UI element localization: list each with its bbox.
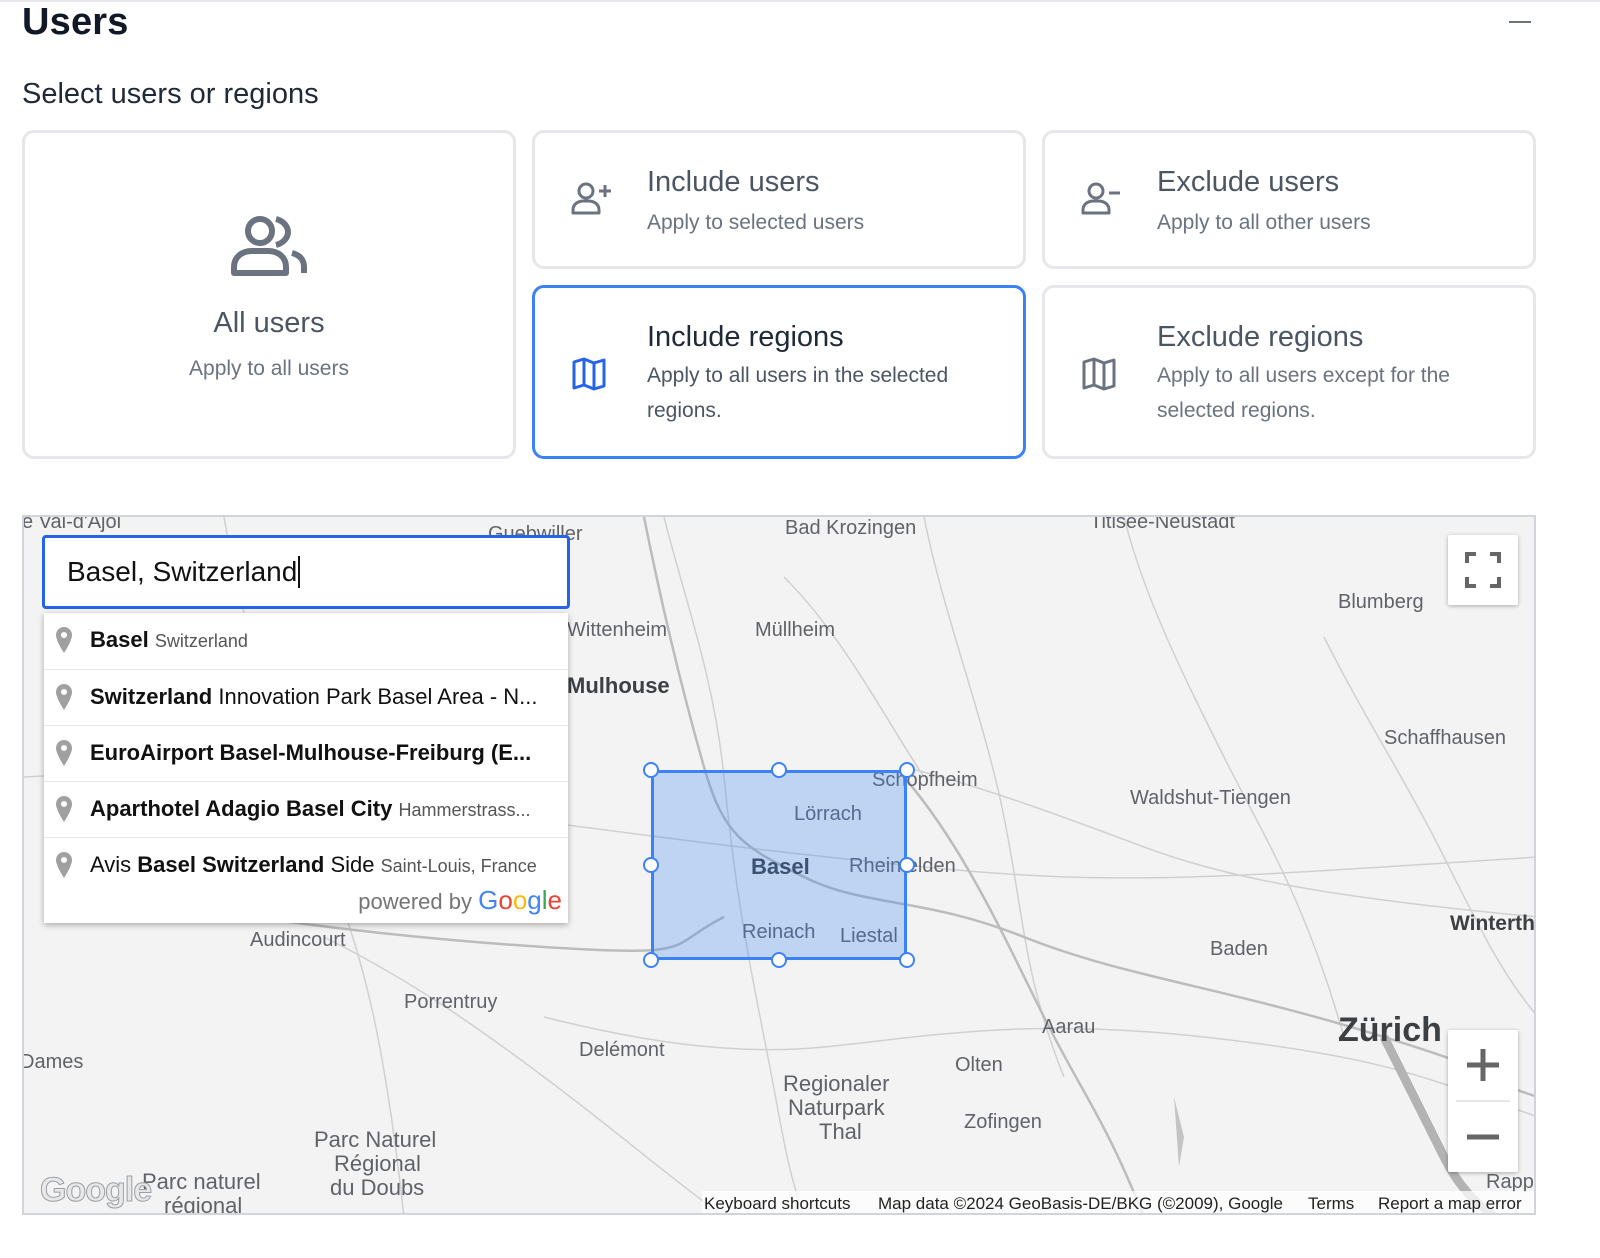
map-place-label: Wittenheim: [567, 619, 668, 641]
map-attribution-bar: Keyboard shortcuts Map data ©2024 GeoBas…: [702, 1191, 1534, 1213]
include-regions-description: Apply to all users in the selected regio…: [647, 364, 949, 422]
exclude-users-card[interactable]: Exclude users Apply to all other users: [1042, 130, 1536, 269]
resize-handle[interactable]: [643, 952, 659, 968]
map-place-label: Blumberg: [1338, 591, 1424, 613]
powered-by-google: powered by Google: [358, 885, 562, 915]
map-place-label: Winterth: [1450, 912, 1535, 935]
map-place-label: Parc naturel: [142, 1169, 261, 1194]
resize-handle[interactable]: [643, 857, 659, 873]
terms-link[interactable]: Terms: [1308, 1194, 1354, 1213]
map-place-label: Schaffhausen: [1384, 727, 1506, 749]
include-users-description: Apply to selected users: [647, 211, 865, 234]
location-pin-icon: [56, 627, 72, 659]
map-place-label: Zofingen: [964, 1111, 1042, 1133]
user-plus-icon: [571, 181, 613, 222]
minus-icon: [1467, 1134, 1499, 1140]
map-place-label: Zürich: [1338, 1011, 1442, 1049]
report-map-error-link[interactable]: Report a map error: [1378, 1194, 1522, 1213]
user-minus-icon: [1081, 181, 1123, 222]
google-wordmark: Google: [478, 885, 562, 915]
location-pin-icon: [56, 684, 72, 716]
top-divider: [0, 0, 1600, 2]
map-place-label: régional: [164, 1193, 243, 1215]
map-icon: [571, 356, 607, 397]
resize-handle[interactable]: [771, 952, 787, 968]
exclude-users-description: Apply to all other users: [1157, 211, 1371, 234]
region-selection-rectangle[interactable]: [651, 770, 907, 960]
autocomplete-dropdown: Basel Switzerland Switzerland Innovation…: [44, 613, 568, 923]
map-place-label: Porrentruy: [404, 991, 498, 1013]
resize-handle[interactable]: [771, 762, 787, 778]
region-map[interactable]: e Val-d'Ajol Guebwiller Bad Krozingen Ti…: [22, 515, 1536, 1215]
resize-handle[interactable]: [899, 762, 915, 778]
all-users-title: All users: [213, 307, 325, 339]
plus-icon: [1467, 1049, 1499, 1081]
all-users-card[interactable]: All users Apply to all users: [22, 130, 516, 459]
exclude-users-title: Exclude users: [1157, 166, 1340, 198]
zoom-out-button[interactable]: [1448, 1102, 1518, 1172]
autocomplete-suggestion[interactable]: Basel Switzerland: [44, 613, 568, 669]
map-place-label: Olten: [955, 1054, 1003, 1076]
autocomplete-suggestion[interactable]: Switzerland Innovation Park Basel Area -…: [44, 669, 568, 725]
map-place-label: Aarau: [1042, 1016, 1096, 1038]
include-users-card[interactable]: Include users Apply to selected users: [532, 130, 1026, 269]
map-place-label: e Val-d'Ajol: [22, 515, 122, 533]
map-place-label: Parc Naturel: [314, 1127, 437, 1152]
resize-handle[interactable]: [899, 952, 915, 968]
exclude-regions-card[interactable]: Exclude regions Apply to all users excep…: [1042, 285, 1536, 459]
location-pin-icon: [56, 852, 72, 884]
include-regions-card[interactable]: Include regions Apply to all users in th…: [532, 285, 1026, 459]
zoom-in-button[interactable]: [1448, 1030, 1518, 1100]
map-place-label: Naturpark: [788, 1095, 885, 1120]
map-place-label: Dames: [22, 1051, 84, 1073]
map-place-label: Audincourt: [250, 929, 346, 951]
map-place-label: Waldshut-Tiengen: [1130, 787, 1291, 809]
users-group-icon: [230, 215, 310, 282]
collapse-button[interactable]: [1507, 8, 1533, 34]
location-pin-icon: [56, 796, 72, 828]
location-pin-icon: [56, 740, 72, 772]
map-place-label: Thal: [819, 1119, 862, 1144]
all-users-description: Apply to all users: [189, 357, 349, 380]
section-subtitle: Select users or regions: [22, 78, 319, 110]
resize-handle[interactable]: [643, 762, 659, 778]
zoom-control: [1448, 1030, 1518, 1172]
include-users-title: Include users: [647, 166, 820, 198]
map-place-label: Delémont: [579, 1039, 665, 1061]
map-place-label: Müllheim: [755, 619, 836, 641]
resize-handle[interactable]: [899, 857, 915, 873]
keyboard-shortcuts-link[interactable]: Keyboard shortcuts: [704, 1194, 850, 1213]
map-data-attribution: Map data ©2024 GeoBasis-DE/BKG (©2009), …: [878, 1194, 1283, 1213]
autocomplete-suggestion[interactable]: EuroAirport Basel-Mulhouse-Freiburg (E..…: [44, 725, 568, 781]
fullscreen-icon: [1465, 552, 1501, 588]
fullscreen-button[interactable]: [1448, 535, 1518, 605]
include-regions-title: Include regions: [647, 321, 844, 353]
search-input-value: Basel, Switzerland: [67, 556, 298, 587]
google-map-logo: Google: [39, 1171, 152, 1210]
map-place-label: Titisee-Neustadt: [1090, 515, 1235, 533]
map-icon: [1081, 356, 1117, 397]
section-title: Users: [22, 1, 129, 43]
exclude-regions-title: Exclude regions: [1157, 321, 1364, 353]
map-place-label: Mulhouse: [567, 673, 670, 698]
text-caret: [298, 556, 301, 588]
map-place-label: Regionaler: [783, 1071, 890, 1096]
map-place-label: Régional: [334, 1151, 421, 1176]
location-search-input[interactable]: Basel, Switzerland: [42, 535, 570, 609]
map-place-label: Baden: [1210, 938, 1268, 960]
autocomplete-suggestion[interactable]: Aparthotel Adagio Basel City Hammerstras…: [44, 781, 568, 837]
map-place-label: Rapp: [1486, 1171, 1534, 1193]
exclude-regions-description: Apply to all users except for the select…: [1157, 364, 1450, 422]
map-place-label: Bad Krozingen: [785, 517, 917, 539]
map-place-label: du Doubs: [330, 1175, 425, 1200]
